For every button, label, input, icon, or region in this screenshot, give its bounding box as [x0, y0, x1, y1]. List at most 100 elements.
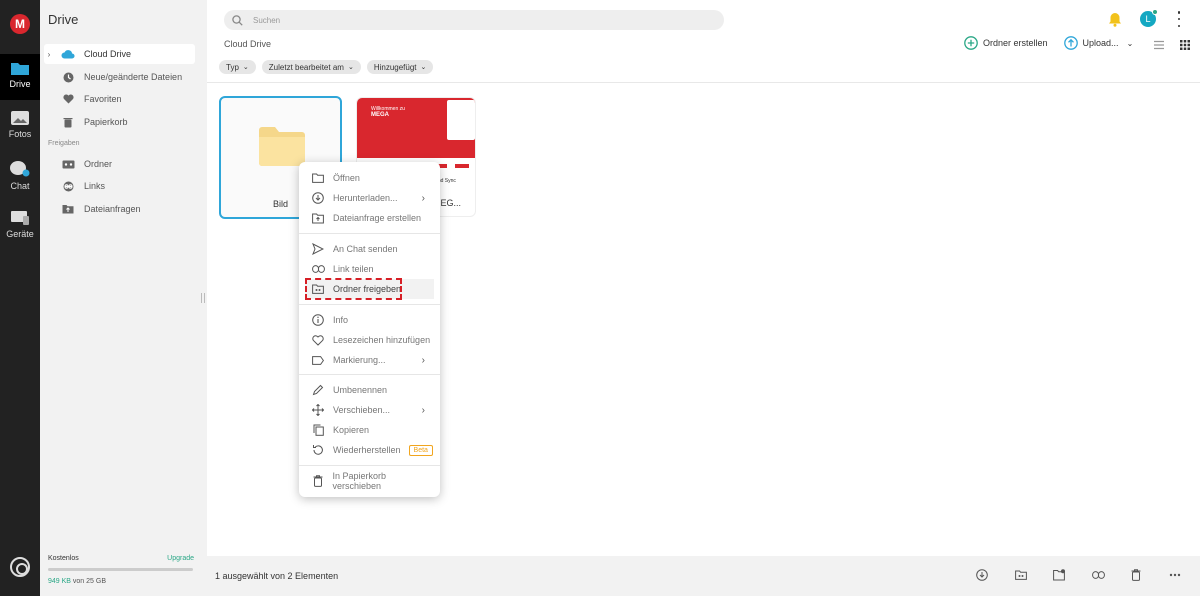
sidebar-item-recents[interactable]: Neue/geänderte Dateien — [44, 67, 195, 87]
rail-label-chat: Chat — [10, 181, 30, 191]
filter-modified[interactable]: Zuletzt bearbeitet am ⌄ — [261, 60, 361, 74]
list-view-icon[interactable] — [1152, 38, 1166, 52]
menu-item-share-link[interactable]: Link teilen — [307, 259, 433, 279]
chevron-right-icon: › — [421, 354, 425, 366]
menu-item-label: Markierung... — [333, 355, 386, 365]
rail-item-devices[interactable]: Geräte — [0, 204, 40, 250]
transfers-icon[interactable] — [10, 557, 30, 577]
chevron-right-icon: › — [421, 404, 425, 416]
sidebar-item-label: Favoriten — [84, 94, 122, 104]
sidebar-item-favorites[interactable]: Favoriten — [44, 89, 195, 109]
chevron-right-icon[interactable]: › — [44, 50, 54, 59]
menu-item-label: In Papierkorb verschieben — [332, 471, 386, 491]
menu-item-label: Lesezeichen hinzufügen — [333, 335, 431, 345]
mega-logo[interactable]: M — [10, 14, 30, 34]
more-horizontal-icon[interactable] — [1168, 568, 1182, 582]
download-icon — [311, 191, 325, 205]
menu-item-label: Dateianfrage erstellen — [333, 213, 422, 223]
tag-icon — [311, 353, 325, 367]
menu-item-label: Herunterladen... — [333, 193, 398, 203]
file-request-icon — [60, 203, 76, 215]
folder-icon — [259, 127, 305, 166]
upload-button[interactable]: Upload... ⌄ — [1063, 36, 1133, 50]
search-input[interactable]: Suchen — [224, 10, 724, 30]
photos-icon — [11, 111, 29, 125]
link-icon — [311, 262, 325, 276]
trash-icon[interactable] — [1129, 568, 1143, 582]
download-icon[interactable] — [975, 568, 989, 582]
menu-item-download[interactable]: Herunterladen... › — [307, 188, 433, 208]
sidebar-item-cloud-drive[interactable]: › Cloud Drive — [44, 44, 195, 64]
file-request-icon — [311, 211, 325, 225]
trash-icon — [60, 116, 76, 128]
rail-item-chat[interactable]: Chat — [0, 154, 40, 200]
menu-item-label: Verschieben... — [333, 405, 391, 415]
clock-icon — [60, 71, 76, 83]
link-icon[interactable] — [1091, 568, 1105, 582]
create-folder-button[interactable]: Ordner erstellen — [964, 36, 1048, 50]
menu-item-move-to-trash[interactable]: In Papierkorb verschieben — [307, 471, 433, 491]
storage-bar — [48, 568, 193, 571]
sidebar-item-label: Dateianfragen — [84, 204, 141, 214]
link-icon — [60, 180, 76, 192]
notification-bell-icon[interactable] — [1108, 12, 1122, 30]
shares-section-label: Freigaben — [48, 140, 80, 147]
menu-item-label-tag[interactable]: Markierung... › — [307, 350, 433, 370]
chevron-down-icon: ⌄ — [242, 64, 249, 71]
menu-item-open[interactable]: Öffnen — [307, 168, 433, 188]
sidebar-resize-handle[interactable] — [201, 293, 205, 303]
beta-badge: Beta — [408, 444, 433, 456]
upgrade-link[interactable]: Upgrade — [164, 555, 194, 562]
chevron-down-icon: ⌄ — [420, 64, 427, 71]
search-icon — [232, 14, 243, 26]
rail-item-drive[interactable]: Drive — [0, 54, 40, 100]
menu-item-label: Wiederherstellen — [333, 445, 401, 455]
filter-label: Typ — [226, 62, 239, 72]
sidebar-item-file-requests[interactable]: Dateianfragen — [44, 199, 195, 219]
file-request-icon[interactable] — [1052, 568, 1066, 582]
menu-item-rename[interactable]: Umbenennen — [307, 380, 433, 400]
sidebar-item-label: Cloud Drive — [84, 49, 132, 59]
menu-item-label: Umbenennen — [333, 385, 388, 395]
filter-label: Hinzugefügt — [373, 62, 417, 72]
menu-item-info[interactable]: Info — [307, 310, 433, 330]
sidebar-item-label: Papierkorb — [84, 117, 128, 127]
grid-view-icon[interactable] — [1178, 38, 1192, 52]
folder-outline-icon — [311, 171, 325, 185]
menu-item-move[interactable]: Verschieben... › — [307, 400, 433, 420]
sidebar-item-links[interactable]: Links — [44, 176, 195, 196]
rail-label-photos: Fotos — [8, 129, 32, 139]
menu-item-label: An Chat senden — [333, 244, 398, 254]
storage-used: 949 KB — [48, 578, 71, 585]
shared-folder-icon[interactable] — [1014, 568, 1028, 582]
view-switcher — [1152, 38, 1192, 52]
selection-footer: 1 ausgewählt von 2 Elementen — [207, 556, 1200, 596]
more-options-icon[interactable] — [1175, 11, 1183, 27]
upload-icon — [1063, 36, 1078, 50]
topbar: Suchen L — [207, 0, 1200, 38]
pencil-icon — [311, 383, 325, 397]
breadcrumb[interactable]: Cloud Drive — [224, 39, 271, 49]
thumbnail-title: Willkommen zu MEGA — [371, 106, 405, 118]
heart-icon — [60, 93, 76, 105]
menu-item-label: Info — [333, 315, 349, 325]
thumbnail-preview — [447, 100, 475, 140]
menu-item-copy[interactable]: Kopieren — [307, 420, 433, 440]
menu-item-file-request[interactable]: Dateianfrage erstellen — [307, 208, 433, 228]
avatar[interactable]: L — [1140, 9, 1158, 27]
toolbar-actions: Ordner erstellen Upload... ⌄ — [964, 36, 1149, 50]
menu-item-restore-version[interactable]: Wiederherstellen Beta — [307, 440, 433, 460]
filter-chips: Typ ⌄ Zuletzt bearbeitet am ⌄ Hinzugefügt ⌄ — [219, 60, 434, 74]
menu-item-bookmark[interactable]: Lesezeichen hinzufügen — [307, 330, 433, 350]
move-icon — [311, 403, 325, 417]
filter-added[interactable]: Hinzugefügt ⌄ — [366, 60, 434, 74]
filter-type[interactable]: Typ ⌄ — [219, 60, 256, 74]
rail-item-photos[interactable]: Fotos — [0, 104, 40, 150]
sidebar-item-label: Neue/geänderte Dateien — [84, 72, 183, 82]
sidebar-title: Drive — [48, 12, 79, 27]
menu-item-send-chat[interactable]: An Chat senden — [307, 239, 433, 259]
shared-folder-icon — [60, 158, 76, 170]
sidebar-item-shared-folders[interactable]: Ordner — [44, 154, 195, 174]
send-icon — [311, 242, 325, 256]
sidebar-item-trash[interactable]: Papierkorb — [44, 112, 195, 132]
